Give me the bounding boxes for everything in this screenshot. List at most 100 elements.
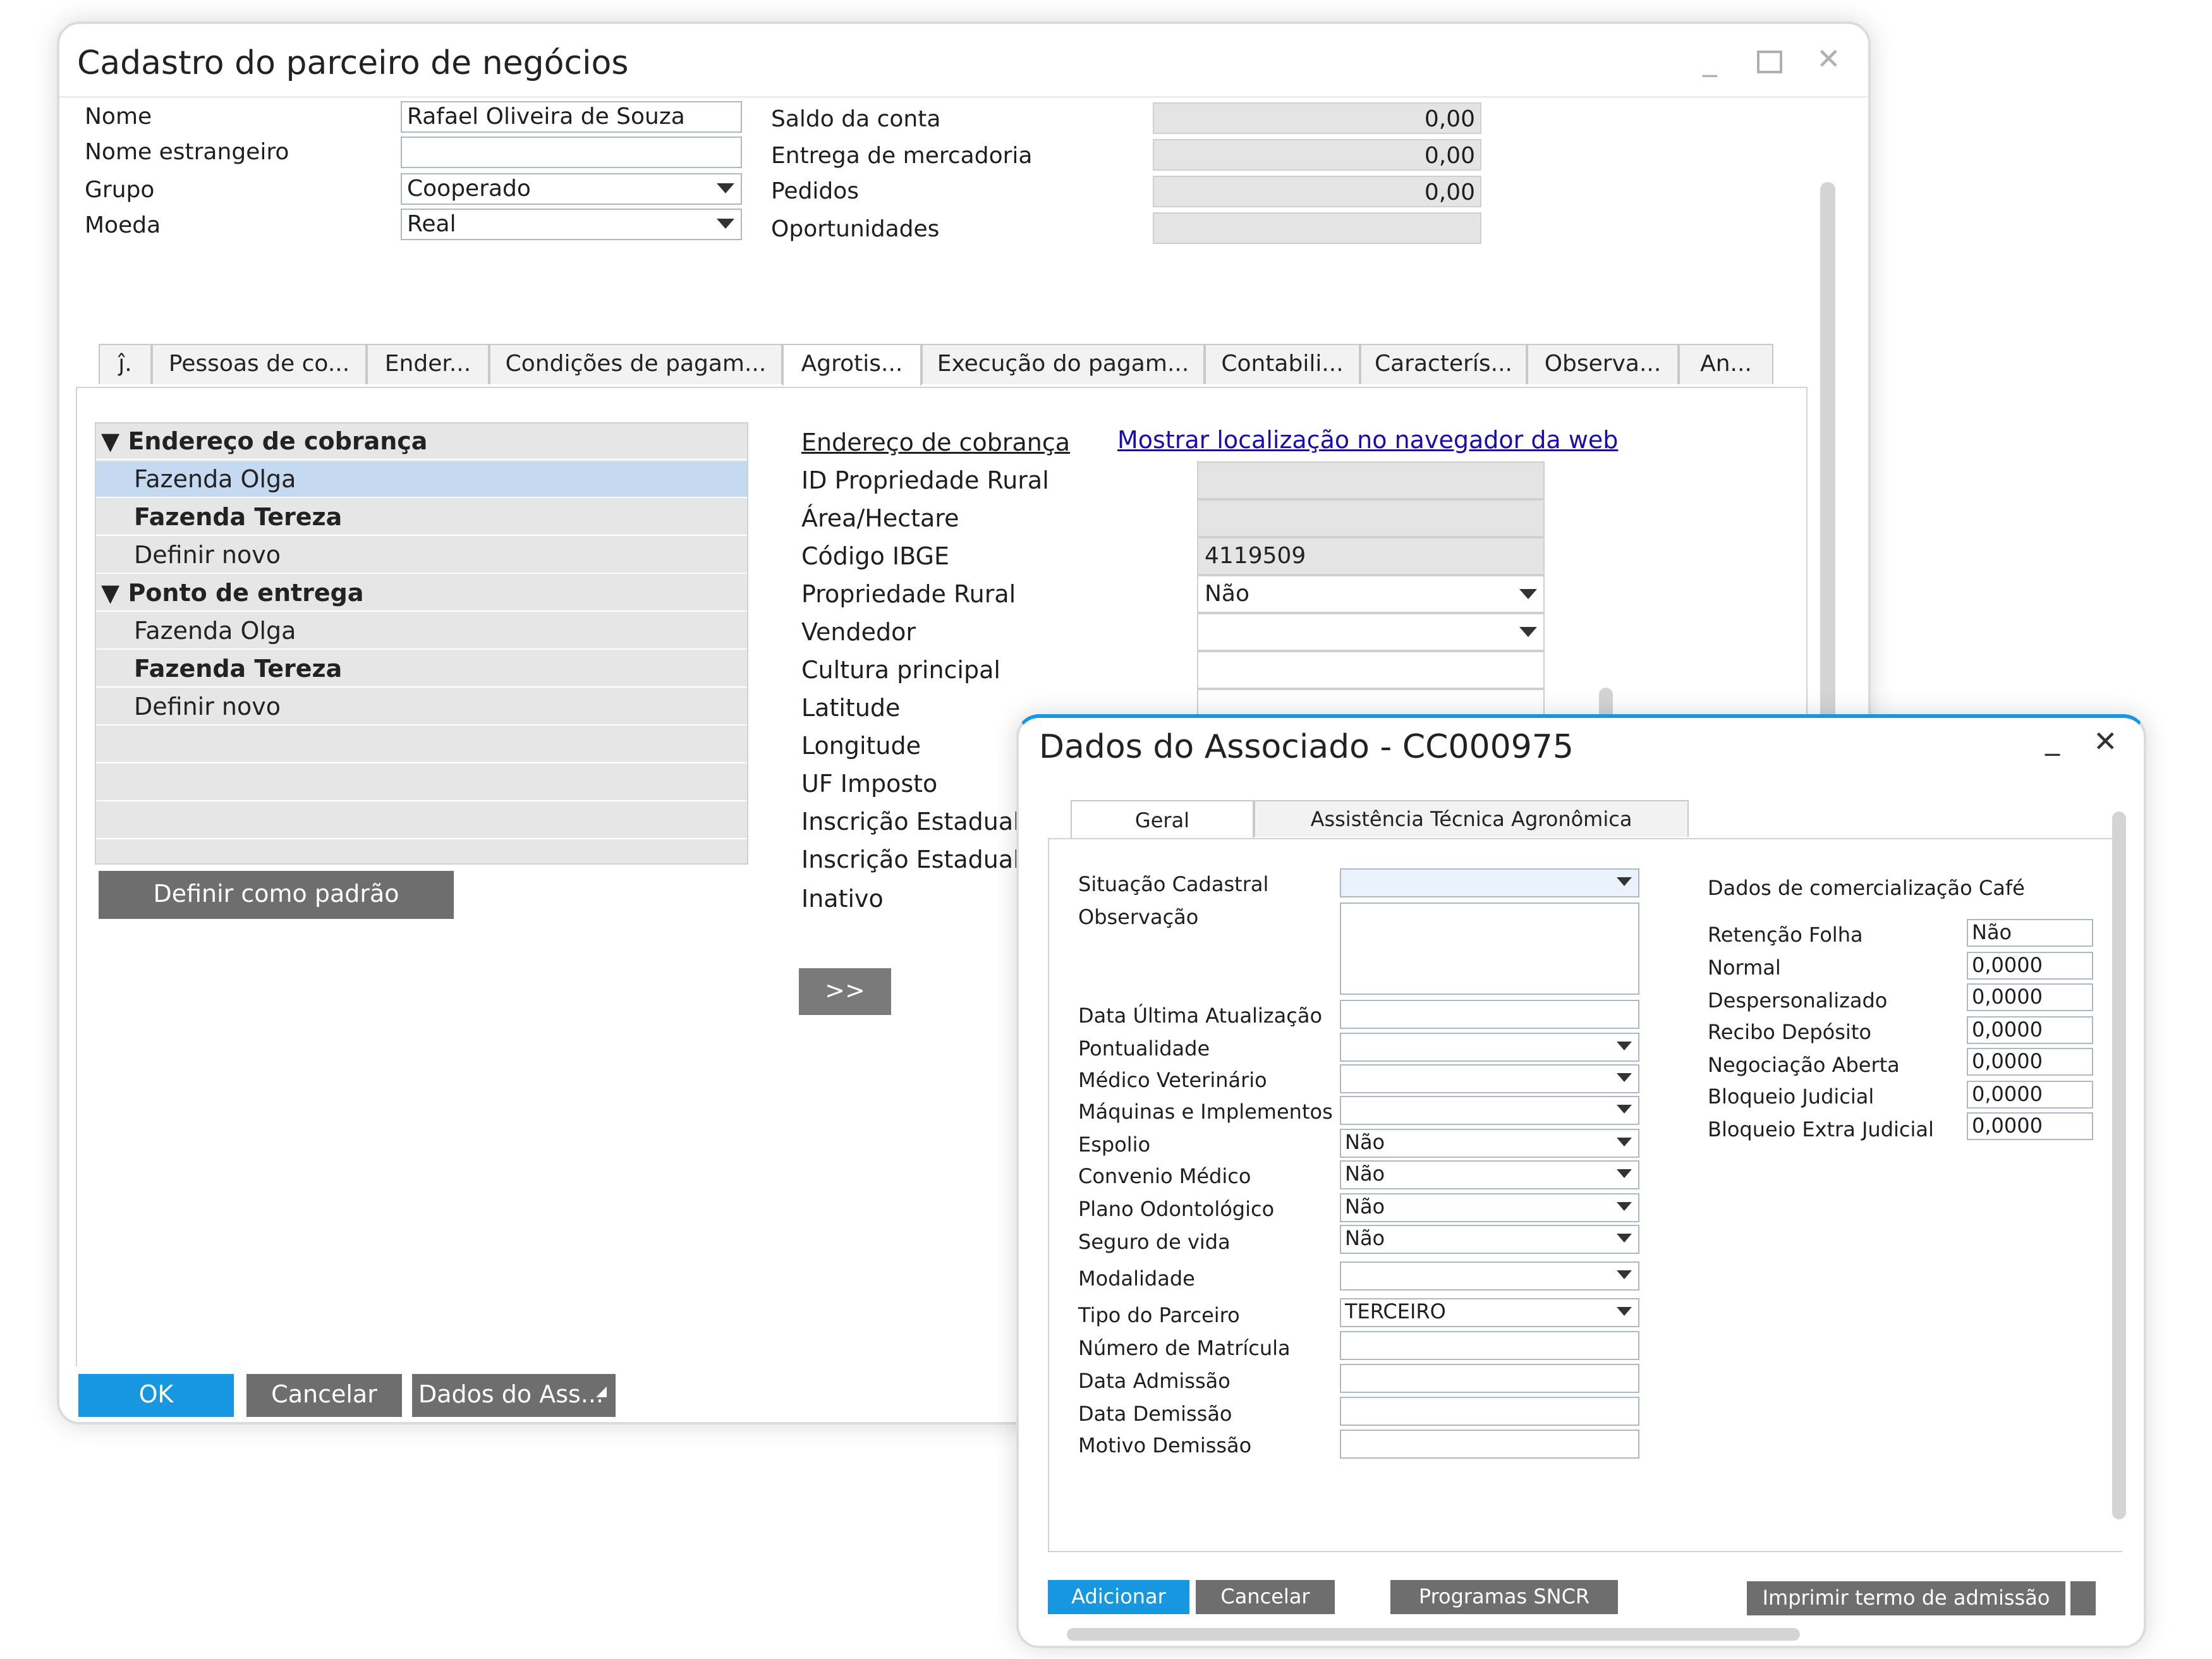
tree-group-cobranca[interactable]: ▼ Endereço de cobrança [96,423,747,460]
saldo-value: 0,00 [1153,102,1481,134]
definir-padrao-button[interactable]: Definir como padrão [99,871,454,919]
extra-button[interactable] [2070,1581,2096,1615]
cultura-principal-input[interactable] [1197,651,1545,689]
chevron-down-icon [717,219,734,229]
modalidade-label: Modalidade [1078,1267,1195,1291]
espolio-label: Espolio [1078,1133,1151,1157]
tab-icon[interactable]: ĵ. [99,344,152,384]
minimize-icon[interactable]: _ [1703,43,1717,77]
tree-item-fazenda-olga-2[interactable]: Fazenda Olga [96,613,747,650]
plano-odontologico-value: Não [1345,1194,1385,1218]
cultura-principal-label: Cultura principal [801,656,1000,684]
convenio-medico-select[interactable]: Não [1340,1160,1639,1189]
dialog-cancelar-button[interactable]: Cancelar [1196,1580,1335,1614]
chevron-down-icon [717,183,734,193]
oportunidades-value [1153,212,1481,244]
tree-item-fazenda-tereza[interactable]: Fazenda Tereza [96,499,747,536]
grupo-select[interactable]: Cooperado [401,173,742,205]
tab-contabilidade[interactable]: Contabili... [1205,344,1360,384]
propriedade-rural-label: Propriedade Rural [801,580,1016,608]
more-button[interactable]: >> [799,968,891,1015]
tree-item-definir-novo[interactable]: Definir novo [96,537,747,574]
data-atualizacao-input[interactable] [1340,1000,1639,1029]
chevron-down-icon [1617,1307,1632,1316]
maquinas-select[interactable] [1340,1096,1639,1125]
convenio-medico-label: Convenio Médico [1078,1164,1251,1188]
inativo-label: Inativo [801,885,884,913]
tab-condicoes[interactable]: Condições de pagam... [489,344,782,384]
close-icon[interactable]: ✕ [2093,724,2118,758]
chevron-down-icon [1617,1138,1632,1146]
maximize-icon[interactable] [1757,51,1782,73]
vendedor-select[interactable] [1197,613,1545,651]
pontualidade-select[interactable] [1340,1033,1639,1062]
normal-input[interactable]: 0,0000 [1967,952,2093,980]
close-icon[interactable]: ✕ [1816,42,1841,76]
nome-input[interactable]: Rafael Oliveira de Souza [401,101,742,133]
chevron-down-icon [1617,1073,1632,1082]
imprimir-termo-button[interactable]: Imprimir termo de admissão [1747,1581,2065,1615]
chevron-down-icon [1617,1270,1632,1279]
chevron-down-icon [1617,1234,1632,1243]
chevron-down-icon [1617,1202,1632,1211]
tab-execucao[interactable]: Execução do pagam... [921,344,1205,384]
chevron-down-icon [1617,1042,1632,1050]
motivo-demissao-input[interactable] [1340,1430,1639,1459]
nome-estrangeiro-label: Nome estrangeiro [85,139,289,165]
retencao-folha-input[interactable]: Não [1967,919,2093,947]
observacao-label: Observação [1078,905,1199,929]
inscricao-estadual-label: Inscrição Estadual [801,808,1020,836]
recibo-deposito-input[interactable]: 0,0000 [1967,1016,2093,1044]
tipo-parceiro-select[interactable]: TERCEIRO [1340,1298,1639,1327]
espolio-value: Não [1345,1130,1385,1154]
bloqueio-judicial-input[interactable]: 0,0000 [1967,1081,2093,1109]
propriedade-rural-select[interactable]: Não [1197,575,1545,613]
tab-strip: ĵ. Pessoas de co... Ender... Condições d… [99,344,1799,388]
adicionar-button[interactable]: Adicionar [1048,1580,1189,1614]
tab-geral[interactable]: Geral [1071,800,1254,839]
tree-item-definir-novo-2[interactable]: Definir novo [96,689,747,726]
medico-veterinario-select[interactable] [1340,1064,1639,1093]
dados-associado-label: Dados do Ass... [418,1380,604,1408]
horizontal-scrollbar[interactable] [1067,1628,1800,1641]
grupo-value: Cooperado [407,176,531,202]
resize-grip-icon: ◢ [596,1383,607,1399]
data-admissao-input[interactable] [1340,1364,1639,1393]
moeda-select[interactable]: Real [401,209,742,240]
tab-assistencia-tecnica[interactable]: Assistência Técnica Agronômica [1254,800,1689,837]
observacao-textarea[interactable] [1340,902,1639,995]
dialog-scrollbar[interactable] [2112,811,2126,1519]
ok-button[interactable]: OK [78,1374,234,1417]
tree-item-fazenda-olga[interactable]: Fazenda Olga [96,461,747,498]
negociacao-aberta-input[interactable]: 0,0000 [1967,1048,2093,1076]
seguro-vida-select[interactable]: Não [1340,1225,1639,1254]
data-admissao-label: Data Admissão [1078,1369,1231,1393]
modalidade-select[interactable] [1340,1261,1639,1291]
tab-anexos[interactable]: An... [1679,344,1773,384]
bloqueio-extra-judicial-input[interactable]: 0,0000 [1967,1112,2093,1140]
tab-enderecos[interactable]: Ender... [367,344,489,384]
situacao-cadastral-select[interactable] [1340,868,1639,897]
tree-group-entrega[interactable]: ▼ Ponto de entrega [96,575,747,612]
despersonalizado-input[interactable]: 0,0000 [1967,983,2093,1011]
tab-caracteristicas[interactable]: Caracterís... [1360,344,1527,384]
minimize-icon[interactable]: _ [2045,722,2060,756]
tab-agrotis[interactable]: Agrotis... [782,344,921,386]
convenio-medico-value: Não [1345,1162,1385,1186]
endereco-cobranca-link[interactable]: Endereço de cobrança [801,428,1070,456]
tab-pessoas[interactable]: Pessoas de co... [152,344,367,384]
espolio-select[interactable]: Não [1340,1129,1639,1158]
numero-matricula-input[interactable] [1340,1331,1639,1360]
codigo-ibge-value: 4119509 [1197,537,1545,575]
entrega-label: Entrega de mercadoria [771,143,1033,169]
data-demissao-input[interactable] [1340,1397,1639,1426]
cancelar-button[interactable]: Cancelar [246,1374,402,1417]
programas-sncr-button[interactable]: Programas SNCR [1390,1580,1618,1614]
nome-estrangeiro-input[interactable] [401,137,742,168]
dados-associado-button[interactable]: Dados do Ass... ◢ [412,1374,616,1417]
tree-item-fazenda-tereza-2[interactable]: Fazenda Tereza [96,651,747,688]
entrega-value: 0,00 [1153,139,1481,171]
mostrar-mapa-link[interactable]: Mostrar localização no navegador da web [1117,426,1618,454]
tab-observacoes[interactable]: Observa... [1527,344,1679,384]
plano-odontologico-select[interactable]: Não [1340,1193,1639,1222]
